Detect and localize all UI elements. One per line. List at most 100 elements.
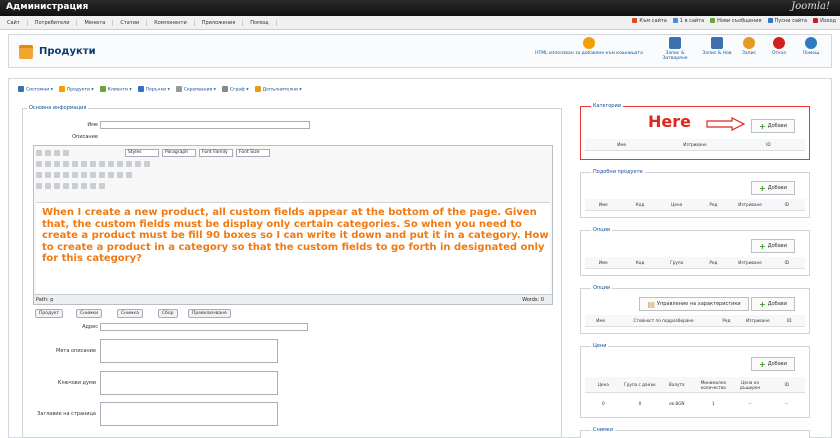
logout-link[interactable]: Изход — [813, 18, 836, 24]
help-button[interactable]: Помощ — [799, 37, 823, 56]
layer-icon[interactable] — [54, 182, 60, 189]
view-site-link[interactable]: Към сайта — [632, 18, 667, 24]
menu-extensions[interactable]: Приложения — [195, 19, 244, 26]
save-close-button[interactable]: Запис & Затваряне — [657, 37, 693, 61]
name-input[interactable] — [100, 121, 310, 129]
pagebreak-icon[interactable] — [90, 182, 96, 189]
subtb-graph[interactable]: Сграф ▾ — [221, 86, 249, 93]
menu-help[interactable]: Помощ — [243, 19, 277, 26]
meta-description-textarea[interactable] — [100, 339, 278, 363]
editor-toolbar-row3 — [36, 170, 132, 179]
graph-icon — [221, 86, 228, 92]
address-label: Адрес — [82, 324, 98, 330]
characteristics-header: Име Стойност по подразбиране Ред Изтриване I… — [585, 315, 805, 327]
link-icon[interactable] — [99, 160, 105, 167]
paragraph-select[interactable]: Paragraph — [162, 148, 196, 157]
editor-toolbar-row2 — [36, 159, 150, 168]
font-size-select[interactable]: Font Size — [236, 148, 270, 157]
strike-icon[interactable] — [63, 149, 69, 156]
address-input[interactable] — [100, 323, 308, 331]
list-icon[interactable] — [63, 160, 69, 167]
replace-icon[interactable] — [45, 182, 51, 189]
manage-characteristics-button[interactable]: ▤ Управление на характеристики — [639, 297, 749, 311]
related-products-panel: Подобни продукти + Добави Име Код Цена Ред Из… — [580, 169, 810, 218]
italic-icon[interactable] — [45, 149, 51, 156]
keywords-textarea[interactable] — [100, 371, 278, 395]
menu-articles[interactable]: Статии — [113, 19, 148, 26]
price-group[interactable]: 0 — [622, 401, 659, 406]
redo-icon[interactable] — [90, 160, 96, 167]
sub-icon[interactable] — [90, 171, 96, 178]
categories-title: Категории — [591, 103, 623, 109]
search-icon[interactable] — [36, 182, 42, 189]
cancel-button[interactable]: Отказ — [767, 37, 791, 56]
product-button[interactable]: Продукт — [35, 309, 64, 318]
row-icon[interactable] — [45, 171, 51, 178]
col-icon[interactable] — [54, 171, 60, 178]
add-related-button[interactable]: + Добави — [751, 181, 795, 195]
online-users-link[interactable]: 1 в сайта — [672, 18, 704, 24]
min-qty[interactable]: 1 — [695, 401, 732, 406]
subtb-products[interactable]: Продукти ▾ — [58, 86, 94, 93]
currency-select[interactable]: лв BGN — [658, 401, 695, 406]
subtb-orders[interactable]: Поръчки ▾ — [137, 86, 170, 93]
emoticon-icon[interactable] — [117, 171, 123, 178]
style-icon[interactable] — [72, 182, 78, 189]
publish-site-link[interactable]: Пусни сайта — [767, 18, 807, 24]
subtb-attachments[interactable]: Скрепвания ▾ — [175, 86, 216, 93]
indent-icon[interactable] — [72, 160, 78, 167]
save-button[interactable]: Запис — [737, 37, 761, 56]
template-icon[interactable] — [99, 182, 105, 189]
split-icon[interactable] — [72, 171, 78, 178]
editor-toolbar-row4 — [36, 181, 105, 190]
color-icon[interactable] — [144, 160, 150, 167]
messages-link[interactable]: Нови съобщения — [710, 18, 762, 24]
add-option-button[interactable]: + Добави — [751, 239, 795, 253]
merge-icon[interactable] — [63, 171, 69, 178]
image-button[interactable]: Снимка — [117, 309, 143, 318]
gather-button[interactable]: Сбор — [158, 309, 178, 318]
add-characteristic-button[interactable]: + Добави — [751, 297, 795, 311]
paste-icon[interactable] — [54, 160, 60, 167]
images-title: Снимки — [591, 427, 616, 433]
site-icon — [632, 18, 638, 23]
cleanup-icon[interactable] — [126, 160, 132, 167]
fullscreen-icon[interactable] — [63, 182, 69, 189]
add-to-cart-html[interactable]: HTML използван за добавяне към кошницата — [529, 37, 649, 56]
menu-menus[interactable]: Менюта — [77, 19, 114, 26]
subtb-customers[interactable]: Клиенти ▾ — [99, 86, 132, 93]
price-value[interactable]: 0 — [585, 401, 622, 406]
add-category-button[interactable]: + Добави — [751, 119, 795, 133]
sup-icon[interactable] — [99, 171, 105, 178]
menu-users[interactable]: Потребители — [28, 19, 78, 26]
toggle-button[interactable]: Превключване — [188, 309, 231, 318]
characteristics-title: Опции — [591, 285, 613, 291]
attr-icon[interactable] — [81, 182, 87, 189]
styles-select[interactable]: Styles — [125, 148, 159, 157]
media-icon[interactable] — [126, 171, 132, 178]
images-button[interactable]: Снимки — [76, 309, 103, 318]
bold-icon[interactable] — [36, 149, 42, 156]
undo-icon[interactable] — [81, 160, 87, 167]
cut-icon[interactable] — [36, 160, 42, 167]
underline-icon[interactable] — [54, 149, 60, 156]
page-title-textarea[interactable] — [100, 402, 278, 426]
editor-area[interactable]: When I create a new product, all custom … — [36, 202, 550, 295]
menu-components[interactable]: Компоненти — [147, 19, 195, 26]
copy-icon[interactable] — [45, 160, 51, 167]
subtb-extra[interactable]: Допълнителни ▾ — [254, 86, 302, 93]
save-new-button[interactable]: Запис & Нов — [701, 37, 733, 56]
html-icon[interactable] — [135, 160, 141, 167]
menu-site[interactable]: Сайт — [0, 19, 28, 26]
font-family-select[interactable]: Font Family — [199, 148, 233, 157]
table-icon[interactable] — [36, 171, 42, 178]
plus-icon: + — [758, 299, 766, 309]
hr-icon[interactable] — [81, 171, 87, 178]
add-price-button[interactable]: + Добави — [751, 357, 795, 371]
anchor-icon[interactable] — [108, 160, 114, 167]
image-icon[interactable] — [117, 160, 123, 167]
subtb-system[interactable]: Системни ▾ — [18, 86, 53, 93]
prices-header: Цена Група с данък Валута Минимално количес… — [585, 377, 805, 393]
omega-icon[interactable] — [108, 171, 114, 178]
arrow-annotation — [706, 117, 746, 131]
